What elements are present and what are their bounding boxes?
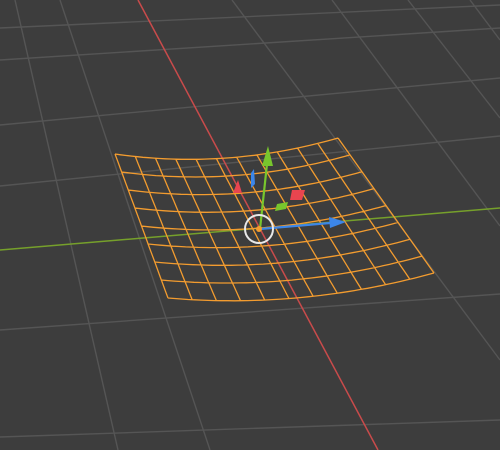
3d-viewport[interactable] <box>0 0 500 450</box>
viewport-canvas[interactable] <box>0 0 500 450</box>
gizmo-y-axis[interactable] <box>258 163 269 230</box>
gizmo-y-arrow-icon[interactable] <box>262 146 273 166</box>
gizmo-plane-xy-handle-icon[interactable] <box>275 202 288 211</box>
object-origin-dot <box>256 226 262 232</box>
gizmo-plane-yz-handle-icon[interactable] <box>251 169 255 188</box>
gizmo-plane-xz-handle-icon[interactable] <box>290 190 305 200</box>
mesh-wireframe[interactable] <box>114 137 435 302</box>
x-axis-line <box>137 0 379 450</box>
mesh-grid-plane[interactable] <box>114 137 435 302</box>
floor-grid <box>0 0 500 450</box>
